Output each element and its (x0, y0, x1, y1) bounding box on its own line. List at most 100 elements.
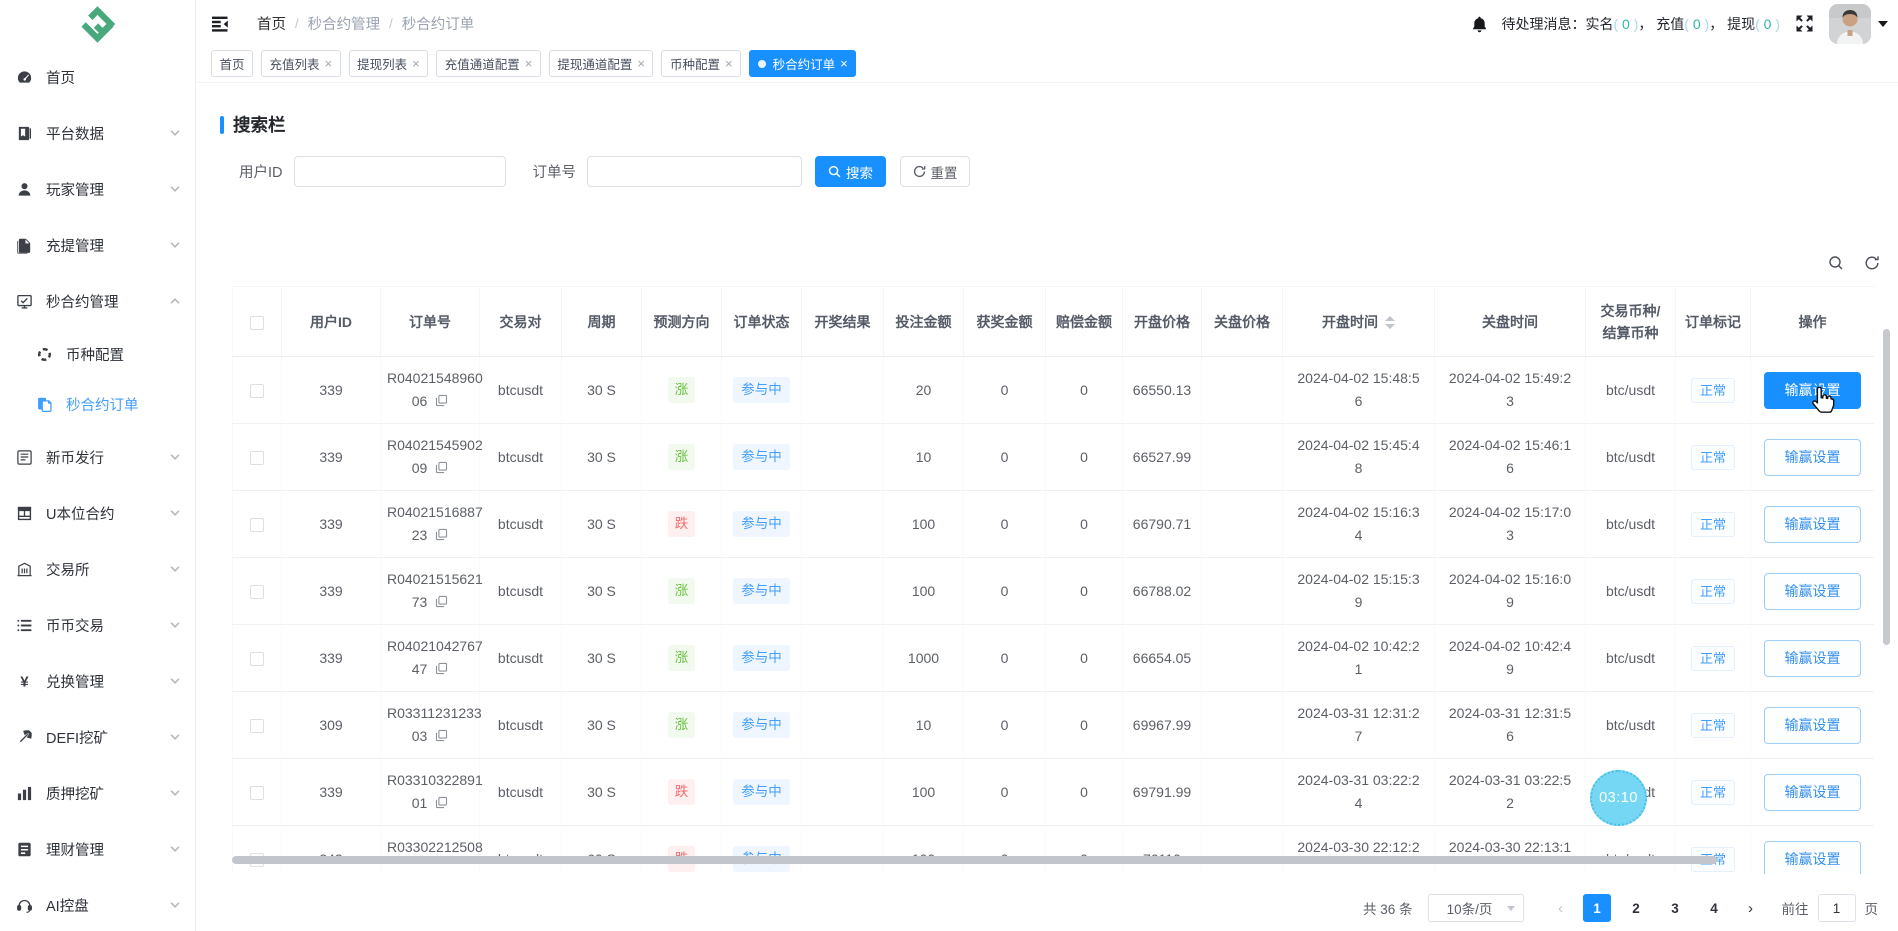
cell-user_id: 339 (282, 491, 381, 558)
sidebar-item-7[interactable]: 交易所 (0, 541, 195, 597)
order-no-input[interactable] (587, 156, 802, 187)
prev-page-button[interactable]: ‹ (1554, 900, 1568, 917)
tab-close-icon[interactable]: × (637, 57, 645, 70)
tab-close-icon[interactable]: × (325, 57, 333, 70)
page-number-4[interactable]: 4 (1700, 894, 1728, 922)
pending-count-0[interactable]: ( 0 ) (1613, 16, 1638, 32)
win-lose-setting-button[interactable]: 输赢设置 (1764, 774, 1861, 811)
sidebar-item-label: U本位合约 (46, 503, 169, 524)
tab-1[interactable]: 充值列表× (261, 50, 341, 77)
sidebar-item-9[interactable]: ¥兑换管理 (0, 653, 195, 709)
user-menu-caret-icon[interactable] (1878, 21, 1888, 27)
vertical-scrollbar-thumb[interactable] (1883, 329, 1890, 645)
pending-count-1[interactable]: ( 0 ) (1684, 16, 1709, 32)
tab-3[interactable]: 充值通道配置× (436, 50, 541, 77)
tab-4[interactable]: 提现通道配置× (549, 50, 654, 77)
sidebar-item-12[interactable]: 理财管理 (0, 821, 195, 877)
page-number-3[interactable]: 3 (1661, 894, 1689, 922)
page-number-2[interactable]: 2 (1622, 894, 1650, 922)
sidebar-item-3[interactable]: 充提管理 (0, 217, 195, 273)
mark-tag: 正常 (1691, 579, 1735, 604)
copy-icon[interactable] (435, 592, 448, 605)
status-tag: 参与中 (733, 377, 790, 403)
sidebar-item-5[interactable]: 新币发行 (0, 429, 195, 485)
goto-label: 前往 (1782, 898, 1809, 918)
sidebar-item-1[interactable]: 平台数据 (0, 105, 195, 161)
fullscreen-icon[interactable] (1795, 14, 1814, 33)
copy-icon[interactable] (435, 391, 448, 404)
win-lose-setting-button[interactable]: 输赢设置 (1764, 707, 1861, 744)
tab-6[interactable]: 秒合约订单 × (749, 50, 856, 77)
spot-trade-icon (15, 616, 33, 634)
tab-close-icon[interactable]: × (412, 57, 420, 70)
sidebar-item-4-0[interactable]: 币种配置 (0, 329, 195, 379)
cell-pair: btcusdt (480, 491, 562, 558)
search-button[interactable]: 搜索 (815, 156, 886, 187)
copy-icon[interactable] (435, 525, 448, 538)
sidebar-item-label: 新币发行 (46, 447, 169, 468)
tab-close-icon[interactable]: × (525, 57, 533, 70)
logo[interactable] (0, 0, 195, 49)
table-refresh-icon[interactable] (1864, 255, 1880, 271)
sidebar-item-11[interactable]: 质押挖矿 (0, 765, 195, 821)
copy-icon[interactable] (435, 458, 448, 471)
cell-user_id: 339 (282, 759, 381, 826)
win-lose-setting-button[interactable]: 输赢设置 (1764, 640, 1861, 677)
sidebar-item-10[interactable]: DEFI挖矿 (0, 709, 195, 765)
win-lose-setting-button[interactable]: 输赢设置 (1764, 573, 1861, 610)
reset-button[interactable]: 重置 (900, 156, 970, 187)
sidebar-item-4-1[interactable]: 秒合约订单 (0, 379, 195, 429)
copy-icon[interactable] (435, 659, 448, 672)
countdown-bubble[interactable]: 03:10 (1590, 770, 1647, 826)
goto-page-input[interactable] (1818, 894, 1856, 922)
pending-count-2[interactable]: ( 0 ) (1755, 16, 1780, 32)
tab-5[interactable]: 币种配置× (661, 50, 741, 77)
row-checkbox[interactable] (250, 451, 264, 465)
page-number-1[interactable]: 1 (1583, 894, 1611, 922)
select-all-checkbox[interactable] (250, 316, 264, 330)
collapse-menu-icon[interactable] (211, 14, 231, 34)
user-id-input[interactable] (294, 156, 506, 187)
copy-icon[interactable] (435, 793, 448, 806)
copy-icon[interactable] (435, 726, 448, 739)
win-lose-setting-button[interactable]: 输赢设置 (1764, 506, 1861, 543)
row-checkbox[interactable] (250, 585, 264, 599)
tab-close-icon[interactable]: × (725, 57, 733, 70)
avatar[interactable] (1829, 4, 1871, 44)
cell-open_time: 2024-03-31 12:31:27 (1283, 692, 1435, 759)
row-checkbox[interactable] (250, 719, 264, 733)
row-checkbox[interactable] (250, 786, 264, 800)
sidebar-item-4[interactable]: 秒合约管理 (0, 273, 195, 329)
horizontal-scrollbar-thumb[interactable] (232, 856, 1717, 864)
sidebar-item-6[interactable]: U本位合约 (0, 485, 195, 541)
column-search-icon[interactable] (1828, 255, 1844, 271)
tab-close-icon[interactable]: × (840, 57, 848, 70)
row-checkbox[interactable] (250, 652, 264, 666)
cell-direction: 涨 (642, 424, 722, 491)
breadcrumb-item-0[interactable]: 首页 (257, 13, 286, 34)
page-content: 搜索栏 用户ID 订单号 搜索 (196, 83, 1898, 931)
next-page-button[interactable]: › (1744, 900, 1758, 917)
sidebar-item-0[interactable]: 首页 (0, 49, 195, 105)
sidebar-item-8[interactable]: 币币交易 (0, 597, 195, 653)
win-lose-setting-button[interactable]: 输赢设置 (1764, 372, 1861, 409)
tab-label: 秒合约订单 (773, 54, 836, 73)
row-checkbox[interactable] (250, 518, 264, 532)
sidebar-item-13[interactable]: AI控盘 (0, 877, 195, 931)
page-size-select[interactable]: 10条/页 (1428, 894, 1524, 922)
cell-win: 0 (964, 558, 1046, 625)
bell-icon[interactable] (1471, 15, 1488, 33)
cell-open_price: 69791.99 (1123, 759, 1202, 826)
sidebar-item-2[interactable]: 玩家管理 (0, 161, 195, 217)
cell-mark: 正常 (1676, 357, 1751, 424)
cell-period: 30 S (562, 357, 642, 424)
sort-carets-icon[interactable] (1385, 316, 1395, 329)
win-lose-setting-button[interactable]: 输赢设置 (1764, 439, 1861, 476)
column-header-open_time[interactable]: 开盘时间 (1283, 287, 1435, 357)
cell-mark: 正常 (1676, 491, 1751, 558)
tab-2[interactable]: 提现列表× (349, 50, 429, 77)
row-checkbox[interactable] (250, 384, 264, 398)
tab-0[interactable]: 首页 (211, 50, 253, 77)
direction-tag-down: 跌 (668, 779, 696, 805)
cell-direction: 涨 (642, 692, 722, 759)
